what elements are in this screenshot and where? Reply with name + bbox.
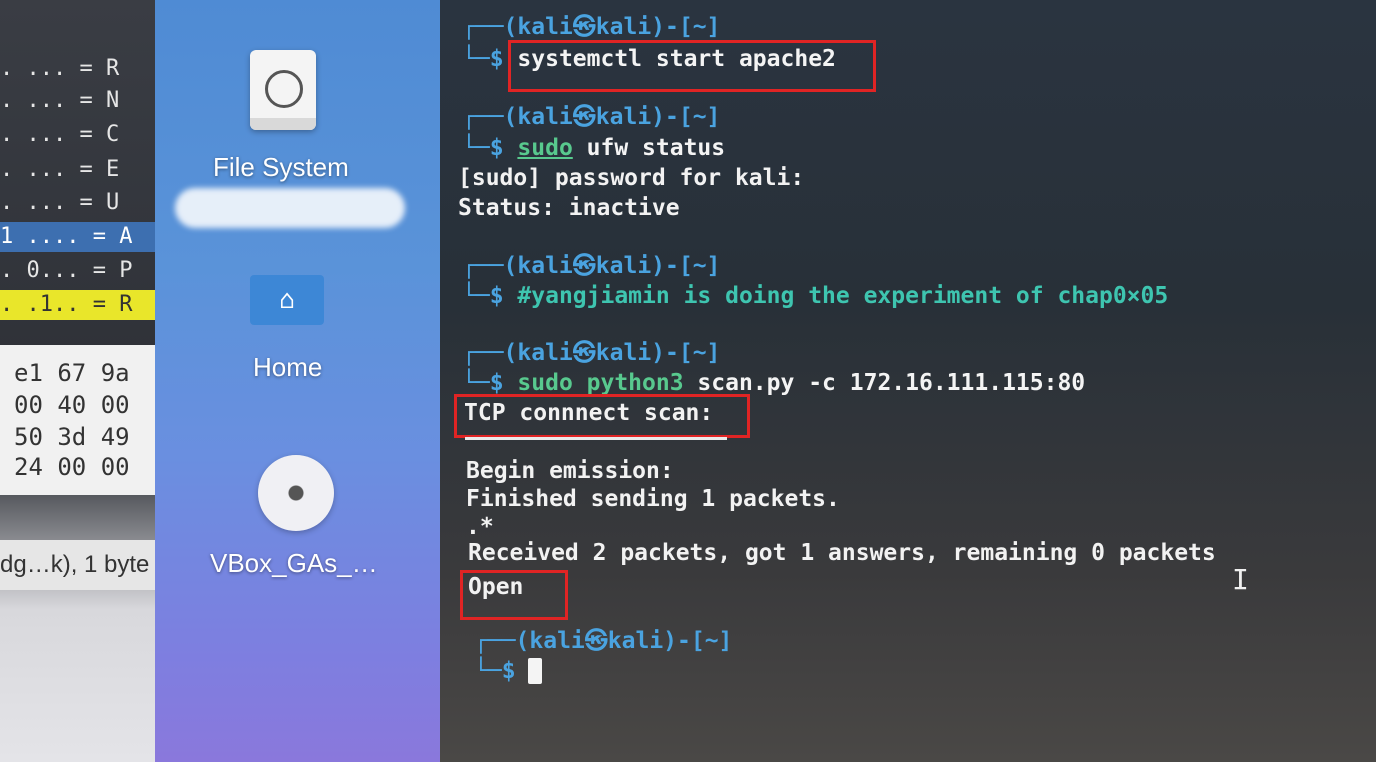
terminal-window[interactable]: ┌──(kali㉿kali)-[~] └─$ systemctl start a… [440,0,1376,762]
packet-field-line[interactable]: . 0... = P [0,256,175,286]
prompt-header: ┌──(kali㉿kali)-[~] [462,340,721,366]
terminal-cursor [528,658,542,684]
prompt-header: ┌──(kali㉿kali)-[~] [462,104,721,130]
packet-field-line[interactable]: . ... = U [0,188,175,218]
status-bar-text: dg…k), 1 byte [0,540,175,590]
packet-bytes-pane: e1 67 9a 00 40 00 50 3d 49 24 00 00 [0,345,175,495]
glare [175,188,405,228]
prompt-symbol: └─$ [462,370,504,396]
desktop-icon-label-filesystem[interactable]: File System [213,152,349,183]
prompt-symbol: └─$ [462,46,504,72]
command-text: -c 172.16.111.115:80 [794,370,1086,396]
home-folder-icon[interactable]: ⌂ [250,275,324,325]
output-line: Begin emission: [466,458,674,484]
output-line: Finished sending 1 packets. [466,486,840,512]
packet-field-line-highlighted[interactable]: . .1.. = R [0,290,175,320]
highlight-box [508,40,876,92]
command-line: └─$ sudo ufw status [462,133,725,163]
desktop-icon-label-home[interactable]: Home [253,352,322,383]
hard-disk-icon[interactable] [250,50,316,130]
desktop-icon-label-vbox[interactable]: VBox_GAs_… [210,548,378,579]
text-cursor-icon: I [1232,563,1249,596]
highlight-box [460,570,568,620]
desktop-area: File System ⌂ Home VBox_GAs_… [155,0,455,762]
prompt-header: ┌──(kali㉿kali)-[~] [462,253,721,279]
packet-field-line[interactable]: . ... = E [0,155,175,185]
command-text: scan.py [697,370,795,396]
prompt-symbol: └─$ [462,283,504,309]
command-text: ufw status [572,135,726,161]
command-line: └─$ [474,656,516,686]
highlight-box [454,394,750,438]
packet-details-pane: . ... = R . ... = N . ... = C . ... = E … [0,0,175,762]
prompt-symbol: └─$ [474,658,516,684]
output-line: [sudo] password for kali: [458,165,805,191]
cd-rom-icon[interactable] [258,455,334,531]
comment-text: #yangjiamin is doing the experiment of c… [517,283,1169,309]
packet-field-line[interactable]: . ... = C [0,120,175,150]
output-line: Received 2 packets, got 1 answers, remai… [468,540,1216,566]
packet-field-line[interactable]: . ... = N [0,86,175,116]
separator-line [465,437,727,440]
command-text: sudo [517,135,573,161]
prompt-header: ┌──(kali㉿kali)-[~] [462,14,721,40]
prompt-header: ┌──(kali㉿kali)-[~] [474,628,733,654]
packet-field-line[interactable]: . ... = R [0,54,175,84]
command-line: └─$ #yangjiamin is doing the experiment … [462,281,1168,311]
output-line: Status: inactive [458,195,680,221]
command-text: sudo python3 [517,370,698,396]
prompt-symbol: └─$ [462,135,504,161]
packet-field-line-selected[interactable]: 1 .... = A [0,222,175,252]
